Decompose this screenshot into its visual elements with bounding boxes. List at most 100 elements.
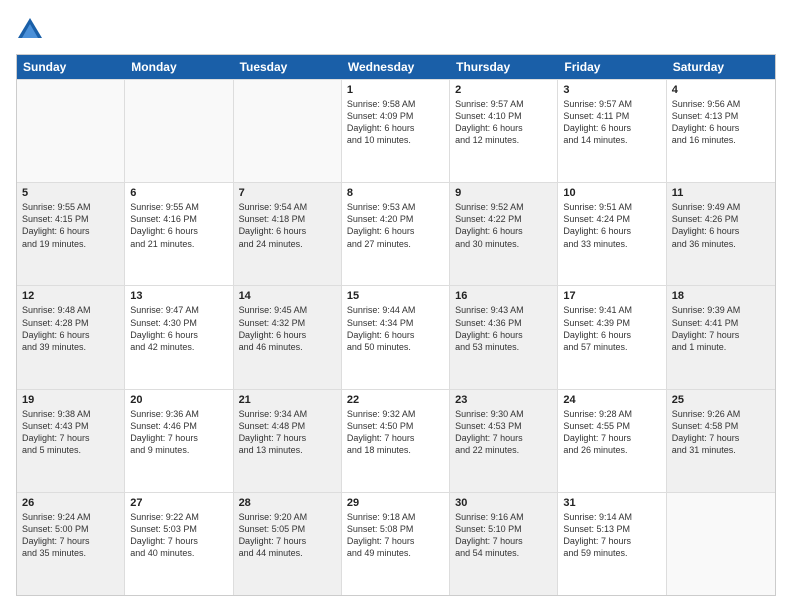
day-cell-1: 1 Sunrise: 9:58 AM Sunset: 4:09 PM Daylig… <box>342 80 450 182</box>
day-number: 8 <box>347 187 444 199</box>
calendar-row-4: 19 Sunrise: 9:38 AM Sunset: 4:43 PM Dayli… <box>17 389 775 492</box>
header-day-sunday: Sunday <box>17 55 125 79</box>
day-number: 9 <box>455 187 552 199</box>
day-number: 31 <box>563 497 660 509</box>
day-cell-12: 12 Sunrise: 9:48 AM Sunset: 4:28 PM Dayli… <box>17 286 125 388</box>
day-cell-28: 28 Sunrise: 9:20 AM Sunset: 5:05 PM Dayli… <box>234 493 342 595</box>
header-day-monday: Monday <box>125 55 233 79</box>
day-cell-5: 5Sunrise: 9:55 AM Sunset: 4:15 PM Daylig… <box>17 183 125 285</box>
header-day-thursday: Thursday <box>450 55 558 79</box>
day-info: Sunrise: 9:55 AM Sunset: 4:16 PM Dayligh… <box>130 201 227 250</box>
day-number: 26 <box>22 497 119 509</box>
day-number: 7 <box>239 187 336 199</box>
day-cell-9: 9 Sunrise: 9:52 AM Sunset: 4:22 PM Daylig… <box>450 183 558 285</box>
day-cell-3: 3 Sunrise: 9:57 AM Sunset: 4:11 PM Daylig… <box>558 80 666 182</box>
day-info: Sunrise: 9:34 AM Sunset: 4:48 PM Dayligh… <box>239 408 336 457</box>
day-cell-11: 11Sunrise: 9:49 AM Sunset: 4:26 PM Dayli… <box>667 183 775 285</box>
day-info: Sunrise: 9:22 AM Sunset: 5:03 PM Dayligh… <box>130 511 227 560</box>
day-number: 3 <box>563 84 660 96</box>
day-info: Sunrise: 9:52 AM Sunset: 4:22 PM Dayligh… <box>455 201 552 250</box>
header-day-saturday: Saturday <box>667 55 775 79</box>
day-number: 22 <box>347 394 444 406</box>
day-cell-22: 22 Sunrise: 9:32 AM Sunset: 4:50 PM Dayli… <box>342 390 450 492</box>
day-number: 12 <box>22 290 119 302</box>
day-info: Sunrise: 9:44 AM Sunset: 4:34 PM Dayligh… <box>347 304 444 353</box>
day-info: Sunrise: 9:51 AM Sunset: 4:24 PM Dayligh… <box>563 201 660 250</box>
day-number: 21 <box>239 394 336 406</box>
day-cell-26: 26Sunrise: 9:24 AM Sunset: 5:00 PM Dayli… <box>17 493 125 595</box>
day-info: Sunrise: 9:28 AM Sunset: 4:55 PM Dayligh… <box>563 408 660 457</box>
calendar-row-3: 12 Sunrise: 9:48 AM Sunset: 4:28 PM Dayli… <box>17 285 775 388</box>
day-number: 16 <box>455 290 552 302</box>
day-cell-17: 17Sunrise: 9:41 AM Sunset: 4:39 PM Dayli… <box>558 286 666 388</box>
day-cell-10: 10 Sunrise: 9:51 AM Sunset: 4:24 PM Dayli… <box>558 183 666 285</box>
day-number: 27 <box>130 497 227 509</box>
day-cell-8: 8 Sunrise: 9:53 AM Sunset: 4:20 PM Daylig… <box>342 183 450 285</box>
day-info: Sunrise: 9:14 AM Sunset: 5:13 PM Dayligh… <box>563 511 660 560</box>
calendar-body: 1 Sunrise: 9:58 AM Sunset: 4:09 PM Daylig… <box>17 79 775 595</box>
day-number: 18 <box>672 290 770 302</box>
day-number: 6 <box>130 187 227 199</box>
day-cell-16: 16 Sunrise: 9:43 AM Sunset: 4:36 PM Dayli… <box>450 286 558 388</box>
day-number: 4 <box>672 84 770 96</box>
empty-cell-0-0 <box>17 80 125 182</box>
day-cell-31: 31 Sunrise: 9:14 AM Sunset: 5:13 PM Dayli… <box>558 493 666 595</box>
day-info: Sunrise: 9:39 AM Sunset: 4:41 PM Dayligh… <box>672 304 770 353</box>
day-cell-4: 4 Sunrise: 9:56 AM Sunset: 4:13 PM Daylig… <box>667 80 775 182</box>
day-number: 14 <box>239 290 336 302</box>
day-cell-15: 15 Sunrise: 9:44 AM Sunset: 4:34 PM Dayli… <box>342 286 450 388</box>
day-info: Sunrise: 9:18 AM Sunset: 5:08 PM Dayligh… <box>347 511 444 560</box>
empty-cell-4-6 <box>667 493 775 595</box>
day-info: Sunrise: 9:16 AM Sunset: 5:10 PM Dayligh… <box>455 511 552 560</box>
day-info: Sunrise: 9:56 AM Sunset: 4:13 PM Dayligh… <box>672 98 770 147</box>
day-number: 20 <box>130 394 227 406</box>
header-day-wednesday: Wednesday <box>342 55 450 79</box>
day-info: Sunrise: 9:57 AM Sunset: 4:11 PM Dayligh… <box>563 98 660 147</box>
logo-icon <box>16 16 44 44</box>
day-info: Sunrise: 9:55 AM Sunset: 4:15 PM Dayligh… <box>22 201 119 250</box>
day-number: 24 <box>563 394 660 406</box>
day-number: 29 <box>347 497 444 509</box>
day-info: Sunrise: 9:53 AM Sunset: 4:20 PM Dayligh… <box>347 201 444 250</box>
empty-cell-0-1 <box>125 80 233 182</box>
day-info: Sunrise: 9:20 AM Sunset: 5:05 PM Dayligh… <box>239 511 336 560</box>
empty-cell-0-2 <box>234 80 342 182</box>
day-number: 10 <box>563 187 660 199</box>
day-number: 25 <box>672 394 770 406</box>
day-cell-29: 29 Sunrise: 9:18 AM Sunset: 5:08 PM Dayli… <box>342 493 450 595</box>
day-cell-25: 25 Sunrise: 9:26 AM Sunset: 4:58 PM Dayli… <box>667 390 775 492</box>
day-info: Sunrise: 9:26 AM Sunset: 4:58 PM Dayligh… <box>672 408 770 457</box>
calendar-row-1: 1 Sunrise: 9:58 AM Sunset: 4:09 PM Daylig… <box>17 79 775 182</box>
day-cell-14: 14 Sunrise: 9:45 AM Sunset: 4:32 PM Dayli… <box>234 286 342 388</box>
calendar-row-2: 5Sunrise: 9:55 AM Sunset: 4:15 PM Daylig… <box>17 182 775 285</box>
day-info: Sunrise: 9:54 AM Sunset: 4:18 PM Dayligh… <box>239 201 336 250</box>
day-info: Sunrise: 9:58 AM Sunset: 4:09 PM Dayligh… <box>347 98 444 147</box>
day-cell-23: 23Sunrise: 9:30 AM Sunset: 4:53 PM Dayli… <box>450 390 558 492</box>
logo <box>16 16 48 44</box>
day-number: 30 <box>455 497 552 509</box>
day-number: 11 <box>672 187 770 199</box>
day-info: Sunrise: 9:47 AM Sunset: 4:30 PM Dayligh… <box>130 304 227 353</box>
header <box>16 16 776 44</box>
calendar-row-5: 26Sunrise: 9:24 AM Sunset: 5:00 PM Dayli… <box>17 492 775 595</box>
day-info: Sunrise: 9:43 AM Sunset: 4:36 PM Dayligh… <box>455 304 552 353</box>
day-cell-30: 30 Sunrise: 9:16 AM Sunset: 5:10 PM Dayli… <box>450 493 558 595</box>
day-cell-19: 19 Sunrise: 9:38 AM Sunset: 4:43 PM Dayli… <box>17 390 125 492</box>
day-number: 19 <box>22 394 119 406</box>
day-number: 23 <box>455 394 552 406</box>
day-info: Sunrise: 9:38 AM Sunset: 4:43 PM Dayligh… <box>22 408 119 457</box>
day-number: 17 <box>563 290 660 302</box>
day-cell-13: 13Sunrise: 9:47 AM Sunset: 4:30 PM Dayli… <box>125 286 233 388</box>
day-cell-18: 18 Sunrise: 9:39 AM Sunset: 4:41 PM Dayli… <box>667 286 775 388</box>
day-number: 15 <box>347 290 444 302</box>
day-info: Sunrise: 9:45 AM Sunset: 4:32 PM Dayligh… <box>239 304 336 353</box>
day-cell-20: 20Sunrise: 9:36 AM Sunset: 4:46 PM Dayli… <box>125 390 233 492</box>
day-number: 28 <box>239 497 336 509</box>
day-number: 1 <box>347 84 444 96</box>
day-info: Sunrise: 9:32 AM Sunset: 4:50 PM Dayligh… <box>347 408 444 457</box>
day-cell-6: 6 Sunrise: 9:55 AM Sunset: 4:16 PM Daylig… <box>125 183 233 285</box>
day-cell-2: 2Sunrise: 9:57 AM Sunset: 4:10 PM Daylig… <box>450 80 558 182</box>
calendar: SundayMondayTuesdayWednesdayThursdayFrid… <box>16 54 776 596</box>
day-info: Sunrise: 9:48 AM Sunset: 4:28 PM Dayligh… <box>22 304 119 353</box>
day-cell-21: 21 Sunrise: 9:34 AM Sunset: 4:48 PM Dayli… <box>234 390 342 492</box>
